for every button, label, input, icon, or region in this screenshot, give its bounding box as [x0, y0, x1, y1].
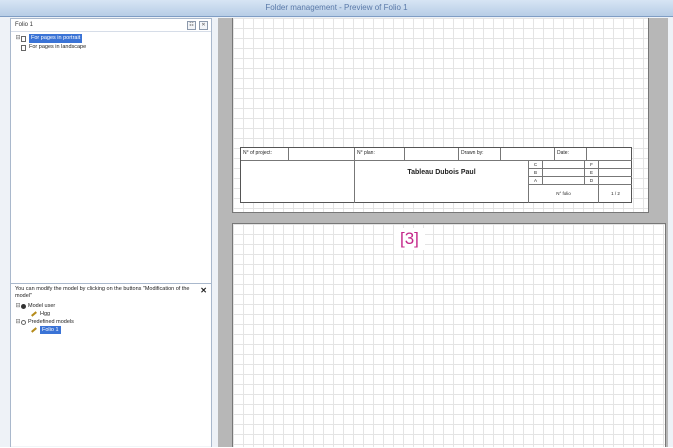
info-message: You can modify the model by clicking on …: [15, 286, 190, 299]
pen-icon: [31, 327, 37, 333]
close-icon[interactable]: ✕: [199, 21, 208, 30]
pen-icon: [31, 311, 37, 317]
tree-item-label: For pages in landscape: [29, 44, 87, 50]
folio-label: N° folio: [529, 185, 599, 203]
rev-letter: A: [529, 177, 543, 185]
rev-letter: F: [585, 161, 599, 169]
tree-item-portrait[interactable]: ⊟ For pages in portrait: [15, 34, 211, 43]
callout-label: [3]: [394, 228, 425, 250]
plan-value: [405, 148, 459, 161]
window-title: Folder management - Preview of Folio 1: [0, 0, 673, 17]
tree-item-landscape[interactable]: For pages in landscape: [15, 43, 211, 52]
rev-cell: [543, 177, 585, 185]
tree-item-label: Folio 1: [40, 326, 61, 334]
model-tree: ⊟ Model user Hgg ⊟ Predefined models Fol…: [11, 302, 211, 334]
folio-tree-panel: Folio 1 ☷ ✕ ⊟ For pages in portrait For …: [11, 19, 211, 281]
folio-tree-header: Folio 1 ☷ ✕: [11, 19, 211, 32]
rev-cell: [543, 169, 585, 177]
user-model-icon: [21, 303, 26, 309]
tree-item-folio-1[interactable]: Folio 1: [15, 326, 211, 334]
rev-letter: D: [585, 177, 599, 185]
preview-area[interactable]: N° of project: N° plan: Drawn by: Date: …: [218, 18, 668, 447]
close-icon[interactable]: ✕: [200, 286, 207, 295]
rev-cell: [543, 161, 585, 169]
tree-item-label: Hgg: [40, 311, 51, 317]
page-icon: [21, 44, 26, 51]
tree-item-label: For pages in portrait: [29, 34, 83, 43]
rev-letter: C: [529, 161, 543, 169]
drawn-value: [501, 148, 555, 161]
date-value: [587, 148, 632, 161]
drawn-label: Drawn by:: [459, 148, 501, 161]
logo-cell: [241, 161, 355, 203]
rev-cell: [599, 161, 632, 169]
project-label: N° of project:: [241, 148, 289, 161]
tree-item-label: Model user: [28, 303, 56, 309]
rev-cell: [599, 169, 632, 177]
predefined-model-icon: [21, 319, 26, 325]
preview-page-1: N° of project: N° plan: Drawn by: Date: …: [232, 18, 649, 213]
drawing-title: Tableau Dubois Paul: [355, 161, 529, 203]
folio-header-label: Folio 1: [15, 22, 34, 28]
model-info-panel: You can modify the model by clicking on …: [11, 283, 211, 448]
preview-page-2: [232, 223, 666, 447]
tree-item-label: Predefined models: [28, 319, 74, 325]
rev-letter: E: [585, 169, 599, 177]
date-label: Date:: [555, 148, 587, 161]
app-window: Folder management - Preview of Folio 1 F…: [0, 0, 673, 448]
page-icon: [21, 35, 26, 42]
rev-cell: [599, 177, 632, 185]
layout-icon[interactable]: ☷: [187, 21, 196, 30]
folio-number: 1 / 2: [611, 191, 620, 196]
rev-letter: B: [529, 169, 543, 177]
tree-item-hgg[interactable]: Hgg: [15, 310, 211, 318]
title-block: N° of project: N° plan: Drawn by: Date: …: [240, 147, 632, 203]
tree-item-predefined-models[interactable]: ⊟ Predefined models: [15, 318, 211, 326]
tree-item-model-user[interactable]: ⊟ Model user: [15, 302, 211, 310]
left-pane: Folio 1 ☷ ✕ ⊟ For pages in portrait For …: [10, 18, 212, 448]
plan-label: N° plan:: [355, 148, 405, 161]
project-value: [289, 148, 355, 161]
